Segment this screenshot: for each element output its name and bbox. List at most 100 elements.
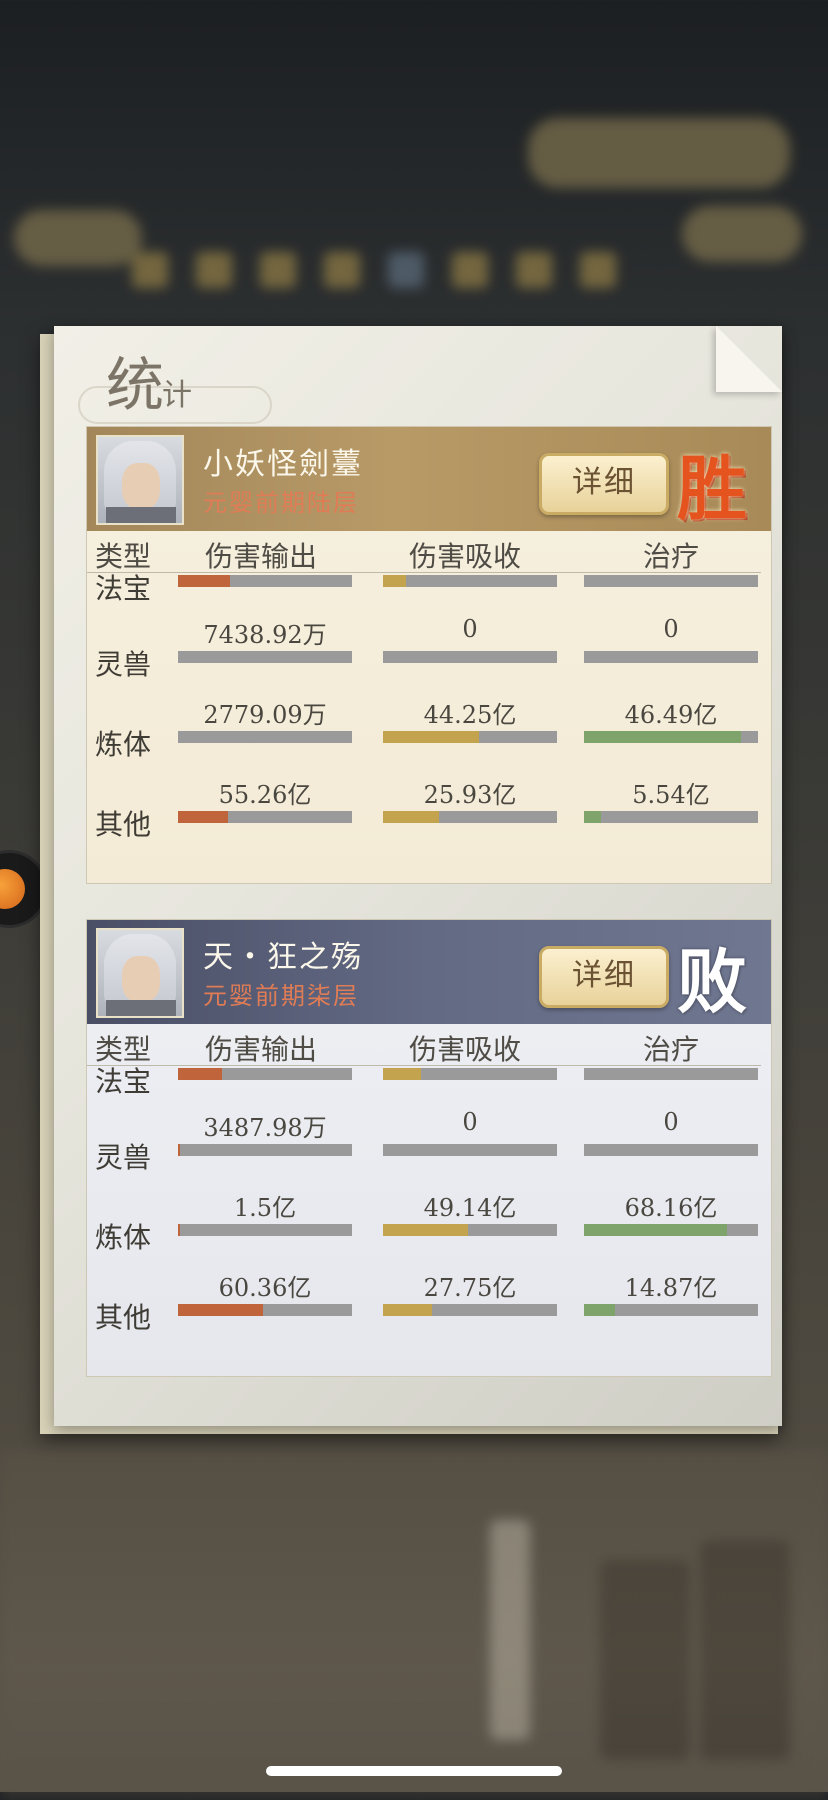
row-type-label: 法宝 — [95, 573, 152, 605]
detail-button[interactable]: 详细 — [539, 946, 669, 1008]
absorb-value: 0 — [462, 615, 478, 643]
damage-bar — [178, 1224, 352, 1236]
absorb-cell: 44.25亿 — [383, 687, 557, 747]
damage-cell: 1.5亿 — [178, 1180, 352, 1240]
damage-cell: 60.36亿 — [178, 1260, 352, 1320]
damage-bar-fill — [178, 811, 229, 823]
column-heal: 治疗 — [643, 540, 700, 573]
heal-bar-fill — [584, 1224, 727, 1236]
avatar[interactable] — [96, 435, 184, 525]
heal-value: 46.49亿 — [624, 701, 718, 729]
absorb-bar — [383, 731, 557, 743]
damage-cell: 2779.09万 — [178, 687, 352, 747]
heal-value: 0 — [663, 615, 679, 643]
heal-value: 5.54亿 — [632, 781, 710, 809]
stats-list[interactable]: 法宝 灵兽 3487.98万 0 0 炼体 1.5亿 49.14亿 68.16亿 其他 60.… — [87, 1066, 771, 1366]
column-damage: 伤害输出 — [205, 1033, 318, 1066]
row-type-label: 法宝 — [95, 1066, 152, 1098]
absorb-cell: 0 — [383, 1100, 557, 1160]
heal-cell: 46.49亿 — [584, 687, 758, 747]
absorb-value: 25.93亿 — [423, 781, 517, 809]
stat-row: 炼体 1.5亿 49.14亿 68.16亿 — [87, 1180, 771, 1256]
damage-value: 60.36亿 — [218, 1274, 312, 1302]
heal-bar — [584, 1224, 758, 1236]
row-type-label: 炼体 — [95, 728, 152, 761]
damage-bar-fill — [178, 1224, 180, 1236]
damage-cell: 55.26亿 — [178, 767, 352, 827]
player-rank: 元婴前期柒层 — [203, 982, 359, 1010]
row-type-label: 灵兽 — [95, 648, 152, 681]
heal-value: 14.87亿 — [624, 1274, 718, 1302]
damage-bar — [178, 1144, 352, 1156]
heal-bar — [584, 575, 758, 587]
damage-value: 7438.92万 — [203, 621, 327, 649]
detail-button[interactable]: 详细 — [539, 453, 669, 515]
heal-cell: 14.87亿 — [584, 1260, 758, 1320]
absorb-cell: 49.14亿 — [383, 1180, 557, 1240]
absorb-bar-fill — [383, 1068, 422, 1080]
column-type: 类型 — [95, 540, 152, 573]
player-header: 小妖怪劍薹 元婴前期陆层 详细 胜 — [87, 427, 771, 531]
result-badge: 败 — [677, 940, 747, 1023]
absorb-value: 27.75亿 — [423, 1274, 517, 1302]
row-type-label: 灵兽 — [95, 1141, 152, 1174]
heal-bar — [584, 1304, 758, 1316]
heal-cell: 0 — [584, 1100, 758, 1160]
damage-value: 1.5亿 — [233, 1194, 297, 1222]
absorb-bar — [383, 651, 557, 663]
absorb-bar-fill — [383, 1224, 469, 1236]
damage-bar — [178, 731, 352, 743]
damage-value: 55.26亿 — [218, 781, 312, 809]
absorb-bar-fill — [383, 731, 479, 743]
heal-value: 68.16亿 — [624, 1194, 718, 1222]
absorb-value: 0 — [462, 1108, 478, 1136]
heal-cell — [584, 1066, 758, 1084]
battle-card-winner: 小妖怪劍薹 元婴前期陆层 详细 胜 类型 伤害输出 伤害吸收 治疗 法宝 灵兽 7… — [86, 426, 772, 884]
stat-row: 灵兽 7438.92万 0 0 — [87, 607, 771, 683]
stat-row: 其他 55.26亿 25.93亿 5.54亿 — [87, 767, 771, 843]
absorb-bar — [383, 575, 557, 587]
heal-cell — [584, 573, 758, 591]
result-badge: 胜 — [677, 447, 747, 530]
damage-value: 3487.98万 — [203, 1114, 327, 1142]
heal-bar — [584, 1068, 758, 1080]
heal-bar — [584, 731, 758, 743]
absorb-value: 49.14亿 — [423, 1194, 517, 1222]
heal-bar-fill — [584, 811, 602, 823]
heal-cell: 68.16亿 — [584, 1180, 758, 1240]
home-indicator[interactable] — [266, 1766, 562, 1776]
heal-bar — [584, 811, 758, 823]
damage-value: 2779.09万 — [203, 701, 327, 729]
page-curl-decoration — [716, 326, 782, 392]
damage-bar-fill — [178, 1068, 222, 1080]
player-name: 小妖怪劍薹 — [203, 447, 363, 482]
absorb-bar — [383, 811, 557, 823]
damage-bar — [178, 1068, 352, 1080]
absorb-cell: 0 — [383, 607, 557, 667]
stat-row: 法宝 — [87, 573, 771, 607]
column-damage: 伤害输出 — [205, 540, 318, 573]
player-header: 天・狂之殇 元婴前期柒层 详细 败 — [87, 920, 771, 1024]
absorb-value: 44.25亿 — [423, 701, 517, 729]
absorb-bar — [383, 1068, 557, 1080]
absorb-bar — [383, 1144, 557, 1156]
row-type-label: 炼体 — [95, 1221, 152, 1254]
absorb-cell: 25.93亿 — [383, 767, 557, 827]
heal-value: 0 — [663, 1108, 679, 1136]
column-absorb: 伤害吸收 — [409, 540, 522, 573]
panel-title: 统计 — [106, 351, 193, 419]
damage-bar — [178, 651, 352, 663]
heal-bar-fill — [584, 1304, 616, 1316]
damage-bar-fill — [178, 575, 231, 587]
absorb-bar — [383, 1224, 557, 1236]
column-type: 类型 — [95, 1033, 152, 1066]
heal-bar — [584, 1144, 758, 1156]
stat-row: 灵兽 3487.98万 0 0 — [87, 1100, 771, 1176]
absorb-bar-fill — [383, 575, 406, 587]
heal-bar — [584, 651, 758, 663]
column-heal: 治疗 — [643, 1033, 700, 1066]
damage-cell — [178, 1066, 352, 1084]
damage-bar-fill — [178, 1304, 264, 1316]
avatar[interactable] — [96, 928, 184, 1018]
stats-list[interactable]: 法宝 灵兽 7438.92万 0 0 炼体 2779.09万 44.25亿 46.49亿 其… — [87, 573, 771, 873]
